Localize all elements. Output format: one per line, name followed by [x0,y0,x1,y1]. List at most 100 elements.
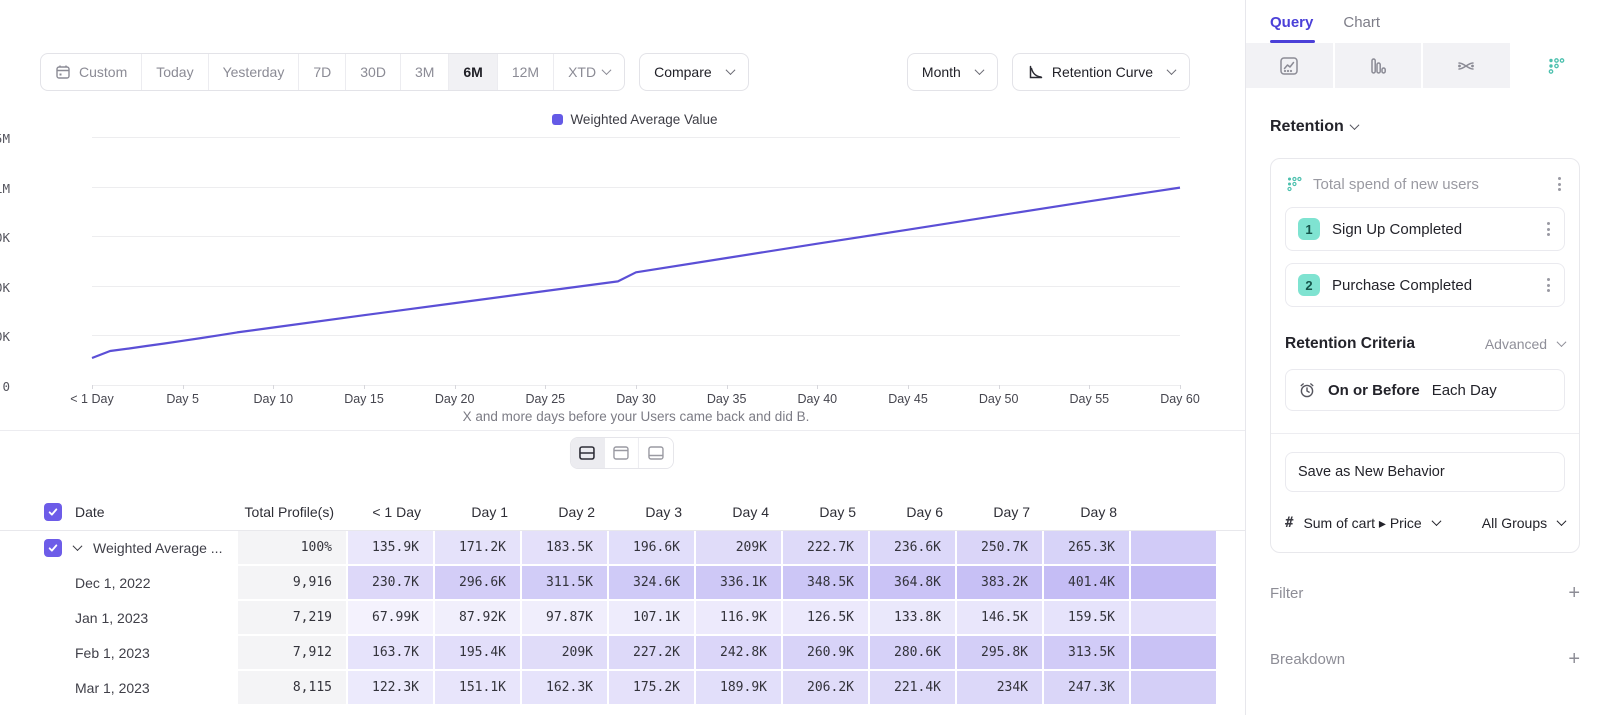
retention-value-cell[interactable]: 206.2K [783,671,870,706]
step-menu-button[interactable] [1543,218,1554,240]
column-header[interactable]: Date [0,494,238,530]
retention-value-cell[interactable]: 87.92K [435,601,522,636]
range-yesterday[interactable]: Yesterday [209,54,300,90]
column-header[interactable]: < 1 Day [348,494,435,530]
retention-value-cell[interactable]: 313.5K [1044,636,1131,671]
retention-value-cell[interactable]: 247.3K [1044,671,1131,706]
retention-value-cell[interactable]: 195.4K [435,636,522,671]
range-custom[interactable]: Custom [41,54,142,90]
behavior-menu-button[interactable] [1554,173,1565,195]
retention-value-cell[interactable]: 209K [696,531,783,566]
retention-value-cell[interactable]: 280.6K [870,636,957,671]
retention-value-cell[interactable]: 324.6K [609,566,696,601]
view-toggle-split[interactable] [570,438,604,468]
range-7d[interactable]: 7D [299,54,346,90]
column-header[interactable]: Day 4 [696,494,783,530]
retention-value-cell[interactable]: 311.5K [522,566,609,601]
step-sign-up-completed[interactable]: 1 Sign Up Completed [1285,207,1565,251]
range-3m[interactable]: 3M [401,54,449,90]
add-filter-button[interactable]: + [1568,583,1580,603]
retention-value-cell[interactable]: 222.7K [783,531,870,566]
retention-value-cell[interactable]: 159.5K [1044,601,1131,636]
retention-value-cell[interactable]: 196.6K [609,531,696,566]
retention-value-cell[interactable]: 295.8K [957,636,1044,671]
granularity-button[interactable]: Month [907,53,998,91]
retention-value-cell[interactable]: 209K [522,636,609,671]
row-checkbox[interactable] [44,503,62,521]
retention-value-cell[interactable]: 67.99K [348,601,435,636]
retention-value-cell[interactable]: 250.7K [957,531,1044,566]
chart-type-button[interactable]: Retention Curve [1012,53,1190,91]
retention-value-cell[interactable]: 126.5K [783,601,870,636]
date-cell[interactable]: Weighted Average ... [0,531,238,566]
view-toggle-table-only[interactable] [638,438,672,468]
retention-value-cell[interactable]: 348.5K [783,566,870,601]
column-header[interactable]: Day 1 [435,494,522,530]
retention-value-cell[interactable]: 163.7K [348,636,435,671]
retention-section-toggle[interactable]: Retention [1270,118,1580,136]
column-header[interactable]: Day 6 [870,494,957,530]
retention-value-cell[interactable]: 401.4K [1044,566,1131,601]
retention-value-cell-partial[interactable] [1131,636,1218,671]
report-type-flows[interactable] [1423,43,1512,88]
retention-value-cell[interactable]: 116.9K [696,601,783,636]
retention-value-cell[interactable]: 230.7K [348,566,435,601]
column-header[interactable]: Total Profile(s) [238,494,348,530]
row-checkbox[interactable] [44,539,62,557]
criteria-condition[interactable]: On or Before Each Day [1285,369,1565,411]
retention-value-cell[interactable]: 175.2K [609,671,696,706]
retention-value-cell[interactable]: 122.3K [348,671,435,706]
retention-value-cell[interactable]: 383.2K [957,566,1044,601]
date-cell[interactable]: Dec 1, 2022 [0,566,238,601]
retention-value-cell-partial[interactable] [1131,671,1218,706]
compare-button[interactable]: Compare [639,53,749,91]
range-12m[interactable]: 12M [498,54,554,90]
all-groups-dropdown[interactable]: All Groups [1482,515,1565,531]
retention-value-cell[interactable]: 221.4K [870,671,957,706]
retention-value-cell[interactable]: 234K [957,671,1044,706]
expand-chevron-icon[interactable] [73,541,83,551]
retention-value-cell[interactable]: 227.2K [609,636,696,671]
range-today[interactable]: Today [142,54,208,90]
retention-value-cell[interactable]: 296.6K [435,566,522,601]
retention-value-cell[interactable]: 133.8K [870,601,957,636]
retention-value-cell[interactable]: 336.1K [696,566,783,601]
retention-value-cell-partial[interactable] [1131,601,1218,636]
column-header[interactable]: Day 7 [957,494,1044,530]
report-type-funnels[interactable] [1335,43,1424,88]
advanced-dropdown[interactable]: Advanced [1485,336,1565,352]
column-header[interactable]: Day 5 [783,494,870,530]
retention-value-cell[interactable]: 265.3K [1044,531,1131,566]
retention-value-cell[interactable]: 171.2K [435,531,522,566]
step-purchase-completed[interactable]: 2 Purchase Completed [1285,263,1565,307]
retention-value-cell[interactable]: 236.6K [870,531,957,566]
date-cell[interactable]: Feb 1, 2023 [0,636,238,671]
retention-value-cell[interactable]: 364.8K [870,566,957,601]
tab-query[interactable]: Query [1270,14,1313,43]
column-header[interactable]: Day 3 [609,494,696,530]
tab-chart[interactable]: Chart [1343,14,1380,43]
range-30d[interactable]: 30D [346,54,401,90]
retention-value-cell-partial[interactable] [1131,531,1218,566]
date-cell[interactable]: Mar 1, 2023 [0,671,238,706]
step-menu-button[interactable] [1543,274,1554,296]
retention-value-cell[interactable]: 107.1K [609,601,696,636]
retention-value-cell[interactable]: 162.3K [522,671,609,706]
date-cell[interactable]: Jan 1, 2023 [0,601,238,636]
column-header[interactable]: Day 8 [1044,494,1131,530]
save-as-new-behavior-button[interactable]: Save as New Behavior [1285,452,1565,492]
retention-value-cell[interactable]: 151.1K [435,671,522,706]
report-type-retention[interactable] [1512,43,1600,88]
retention-value-cell[interactable]: 183.5K [522,531,609,566]
retention-value-cell[interactable]: 135.9K [348,531,435,566]
view-toggle-chart-only[interactable] [604,438,638,468]
retention-value-cell[interactable]: 242.8K [696,636,783,671]
retention-value-cell[interactable]: 146.5K [957,601,1044,636]
range-6m[interactable]: 6M [449,54,497,90]
measure-property-dropdown[interactable]: Sum of cart ▸ Price [1303,515,1439,532]
add-breakdown-button[interactable]: + [1568,649,1580,669]
retention-value-cell-partial[interactable] [1131,566,1218,601]
retention-value-cell[interactable]: 260.9K [783,636,870,671]
column-header[interactable]: Day 2 [522,494,609,530]
retention-value-cell[interactable]: 189.9K [696,671,783,706]
